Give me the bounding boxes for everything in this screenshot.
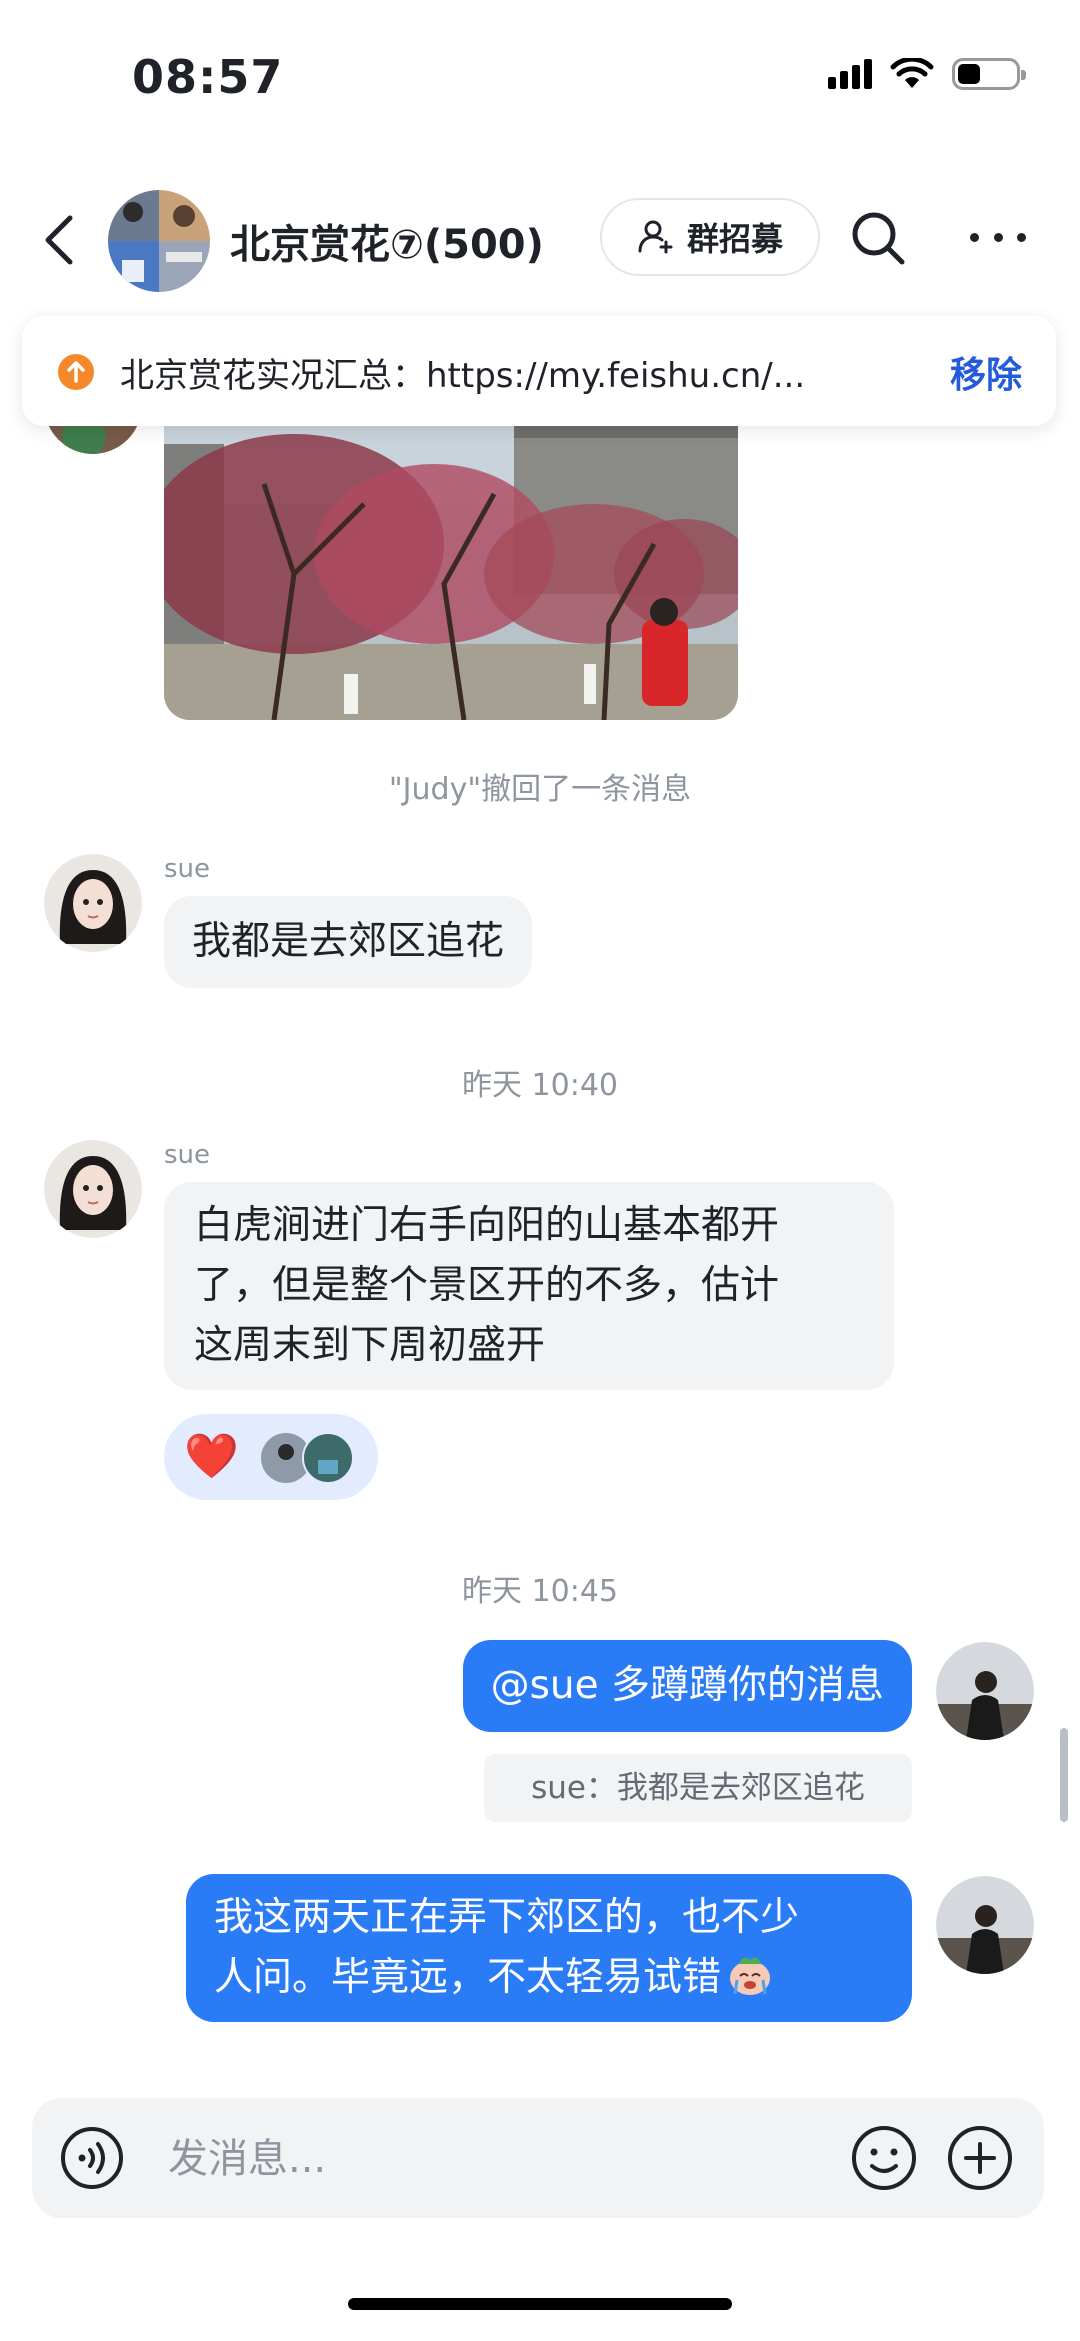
sender-name: sue xyxy=(164,854,211,884)
scrollbar[interactable] xyxy=(1060,1728,1068,1822)
quoted-message[interactable]: sue：我都是去郊区追花 xyxy=(484,1754,912,1822)
message-composer xyxy=(32,2098,1044,2218)
message-line: 了，但是整个景区开的不多，估计 xyxy=(194,1263,780,1308)
message-line: 人问。毕竟远，不太轻易试错 xyxy=(214,1948,884,2008)
message-text: @sue 多蹲蹲你的消息 xyxy=(490,1663,884,1708)
message-text: 我都是去郊区追花 xyxy=(192,919,505,964)
back-icon[interactable] xyxy=(40,210,76,270)
recruit-label: 群招募 xyxy=(686,220,783,258)
message-bubble[interactable]: 我都是去郊区追花 xyxy=(164,896,533,988)
pinned-text[interactable]: 北京赏花实况汇总：https://my.feishu.cn/... xyxy=(120,348,805,397)
plus-icon[interactable] xyxy=(946,2124,1014,2192)
message-line: 这周末到下周初盛开 xyxy=(194,1323,546,1368)
home-indicator[interactable] xyxy=(348,2298,732,2310)
crying-emoji-icon xyxy=(730,1957,771,1995)
message-bubble-outgoing[interactable]: 我这两天正在弄下郊区的，也不少 人问。毕竟远，不太轻易试错 xyxy=(186,1874,912,2022)
signal-icon xyxy=(828,59,872,89)
photo-message[interactable] xyxy=(164,424,738,720)
message-input[interactable] xyxy=(166,2128,770,2190)
pin-icon xyxy=(58,354,94,390)
timestamp: 昨天 10:45 xyxy=(462,1574,618,1609)
message-line: 我这两天正在弄下郊区的，也不少 xyxy=(214,1895,800,1940)
pinned-message-banner[interactable]: 北京赏花实况汇总：https://my.feishu.cn/... 移除 xyxy=(22,316,1056,426)
voice-icon[interactable] xyxy=(60,2126,124,2190)
search-icon[interactable] xyxy=(848,208,908,268)
my-avatar[interactable] xyxy=(936,1642,1034,1740)
add-user-icon xyxy=(638,220,673,254)
message-line: 白虎涧进门右手向阳的山基本都开 xyxy=(194,1203,780,1248)
reaction-bar[interactable]: ❤️ xyxy=(164,1414,378,1500)
recall-notice: "Judy"撤回了一条消息 xyxy=(388,772,692,807)
message-bubble[interactable]: 白虎涧进门右手向阳的山基本都开 了，但是整个景区开的不多，估计 这周末到下周初盛… xyxy=(164,1182,894,1390)
status-time: 08:57 xyxy=(132,50,284,104)
status-icons xyxy=(828,58,1026,90)
timestamp: 昨天 10:40 xyxy=(462,1068,618,1103)
battery-icon xyxy=(952,58,1026,90)
sender-name: sue xyxy=(164,1140,211,1170)
reactor-avatars xyxy=(261,1432,354,1484)
heart-reaction-icon[interactable]: ❤️ xyxy=(184,1432,239,1482)
wifi-icon xyxy=(890,58,934,88)
group-avatar[interactable] xyxy=(108,190,210,292)
message-bubble-outgoing[interactable]: @sue 多蹲蹲你的消息 xyxy=(462,1640,912,1732)
remove-pin-button[interactable]: 移除 xyxy=(950,346,1022,398)
more-icon[interactable] xyxy=(970,222,1026,252)
avatar[interactable] xyxy=(44,1140,142,1238)
group-title[interactable]: 北京赏花⑦(500) xyxy=(230,212,544,270)
emoji-icon[interactable] xyxy=(850,2124,918,2192)
my-avatar[interactable] xyxy=(936,1876,1034,1974)
group-recruit-button[interactable]: 群招募 xyxy=(600,198,820,276)
avatar[interactable] xyxy=(44,854,142,952)
